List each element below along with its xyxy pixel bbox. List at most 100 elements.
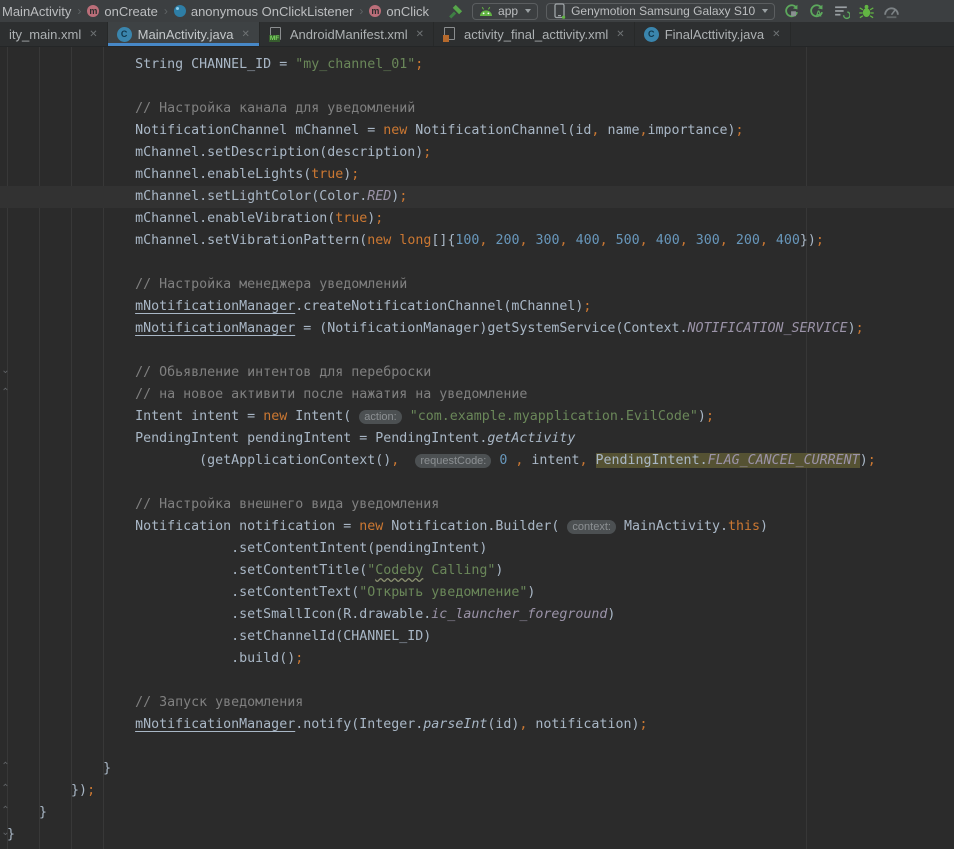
- code-segment: ,: [600, 233, 608, 248]
- code-segment: ;: [87, 783, 95, 798]
- code-segment: [402, 409, 410, 424]
- code-segment: // Запуск уведомления: [135, 695, 303, 710]
- restart-activity-icon[interactable]: [779, 1, 804, 21]
- code-segment: Intent intent =: [135, 409, 263, 424]
- breadcrumb-item-mainactivity[interactable]: MainActivity: [2, 4, 71, 19]
- code-segment: // Настройка менеджера уведомлений: [135, 277, 407, 292]
- editor-tab-bar: ity_main.xml✕CMainActivity.java✕MFAndroi…: [0, 22, 954, 47]
- restart-arrow-glyph: [783, 3, 800, 20]
- run-configuration-label: app: [498, 4, 518, 18]
- code-line: .setSmallIcon(R.drawable.ic_launcher_for…: [0, 604, 954, 626]
- svg-text:A: A: [816, 8, 822, 18]
- code-segment: name: [599, 123, 639, 138]
- profiler-icon[interactable]: [879, 1, 904, 21]
- code-segment: mChannel.enableLights(: [135, 167, 311, 182]
- code-segment: [527, 233, 535, 248]
- code-segment: [568, 233, 576, 248]
- tab-close-icon[interactable]: ✕: [89, 29, 97, 40]
- run-configuration-select[interactable]: app: [472, 3, 538, 20]
- tab-MainActivity.java[interactable]: CMainActivity.java✕: [108, 22, 260, 46]
- code-segment: ;: [415, 57, 423, 72]
- code-segment: mChannel.setVibrationPattern(: [135, 233, 367, 248]
- apply-code-changes-icon[interactable]: A: [804, 1, 829, 21]
- code-segment: "my_channel_01": [295, 57, 415, 72]
- breadcrumb-item-onclick[interactable]: monClick: [369, 4, 429, 19]
- list-refresh-icon[interactable]: [829, 1, 854, 21]
- tab-FinalActtivity.java[interactable]: CFinalActtivity.java✕: [635, 22, 791, 46]
- code-segment: "com.example.myapplication.EvilCode": [410, 409, 698, 424]
- code-segment: Calling": [423, 563, 495, 578]
- java-class-icon: C: [644, 27, 659, 42]
- tab-label: ity_main.xml: [9, 27, 81, 42]
- code-line: .setContentText("Открыть уведомление"): [0, 582, 954, 604]
- gauge-glyph: [883, 3, 900, 20]
- debug-bug-icon[interactable]: [854, 1, 879, 21]
- code-segment: []{: [431, 233, 455, 248]
- code-segment: // Настройка канала для уведомлений: [135, 101, 415, 116]
- code-line: // Настройка внешнего вида уведомления: [0, 494, 954, 516]
- breadcrumb-item-oncreate[interactable]: monCreate: [87, 4, 157, 19]
- device-selector[interactable]: Genymotion Samsung Galaxy S10: [546, 3, 775, 20]
- fold-marker[interactable]: ⌄: [0, 828, 11, 840]
- code-line: // Настройка канала для уведомлений: [0, 98, 954, 120]
- hammer-glyph: [447, 3, 464, 20]
- tab-AndroidManifest.xml[interactable]: MFAndroidManifest.xml✕: [260, 22, 434, 46]
- phone-icon: [553, 3, 566, 19]
- code-segment: ;: [295, 651, 303, 666]
- tab-close-icon[interactable]: ✕: [241, 29, 249, 40]
- code-segment: .setContentIntent(pendingIntent): [231, 541, 487, 556]
- code-segment: Intent(: [287, 409, 359, 424]
- code-segment: .setSmallIcon(R.drawable.: [231, 607, 431, 622]
- fold-marker[interactable]: ⌃: [0, 784, 11, 796]
- code-line: String CHANNEL_ID = "my_channel_01";: [0, 54, 954, 76]
- code-segment: = (NotificationManager)getSystemService(…: [295, 321, 687, 336]
- tab-activity_final_acttivity.xml[interactable]: activity_final_acttivity.xml✕: [434, 22, 635, 46]
- code-segment: .notify(Integer.: [295, 717, 423, 732]
- code-line: mChannel.setVibrationPattern(new long[]{…: [0, 230, 954, 252]
- code-segment: new: [359, 519, 383, 534]
- code-segment: action:: [359, 410, 401, 424]
- code-segment: FLAG_CANCEL_CURRENT: [708, 453, 860, 468]
- fold-marker[interactable]: ⌃: [0, 806, 11, 818]
- breadcrumb-item-anonymous-onclicklistener[interactable]: anonymous OnClickListener: [174, 4, 354, 19]
- code-segment: PendingIntent pendingIntent = PendingInt…: [135, 431, 487, 446]
- code-line: .setContentTitle("Codeby Calling"): [0, 560, 954, 582]
- code-line: mNotificationManager.createNotificationC…: [0, 296, 954, 318]
- breadcrumb-label: onClick: [386, 4, 429, 19]
- code-segment: 400: [776, 233, 800, 248]
- code-line: mChannel.enableVibration(true);: [0, 208, 954, 230]
- code-segment: [587, 453, 595, 468]
- code-line: [0, 670, 954, 692]
- tab-close-icon[interactable]: ✕: [616, 29, 624, 40]
- device-selector-label: Genymotion Samsung Galaxy S10: [571, 4, 755, 18]
- fold-marker[interactable]: ⌄: [0, 366, 11, 378]
- tab-ity_main.xml[interactable]: ity_main.xml ✕: [0, 22, 108, 46]
- code-segment: [768, 233, 776, 248]
- code-segment: .setChannelId(CHANNEL_ID): [231, 629, 431, 644]
- code-area[interactable]: String CHANNEL_ID = "my_channel_01"; // …: [0, 47, 954, 846]
- code-segment: (id): [487, 717, 519, 732]
- code-segment: mNotificationManager: [135, 321, 295, 336]
- code-segment: mNotificationManager: [135, 299, 295, 314]
- fold-marker[interactable]: ⌃: [0, 388, 11, 400]
- code-segment: [728, 233, 736, 248]
- fold-marker[interactable]: ⌃: [0, 762, 11, 774]
- tab-close-icon[interactable]: ✕: [416, 29, 424, 40]
- manifest-file-icon: MF: [269, 27, 284, 42]
- code-segment: new: [383, 123, 407, 138]
- code-editor[interactable]: String CHANNEL_ID = "my_channel_01"; // …: [0, 47, 954, 849]
- xml-file-icon: [443, 27, 458, 42]
- code-segment: String CHANNEL_ID =: [135, 57, 295, 72]
- code-segment: 200: [736, 233, 760, 248]
- build-hammer-icon[interactable]: [443, 1, 468, 21]
- code-segment: [608, 233, 616, 248]
- code-line: NotificationChannel mChannel = new Notif…: [0, 120, 954, 142]
- code-line: [0, 340, 954, 362]
- code-segment: MainActivity.: [616, 519, 728, 534]
- code-segment: NotificationChannel mChannel =: [135, 123, 383, 138]
- list-refresh-glyph: [833, 3, 850, 20]
- chevron-down-icon: [525, 9, 531, 13]
- code-segment: mChannel.enableVibration(: [135, 211, 335, 226]
- code-segment: parseInt: [423, 717, 487, 732]
- tab-close-icon[interactable]: ✕: [772, 29, 780, 40]
